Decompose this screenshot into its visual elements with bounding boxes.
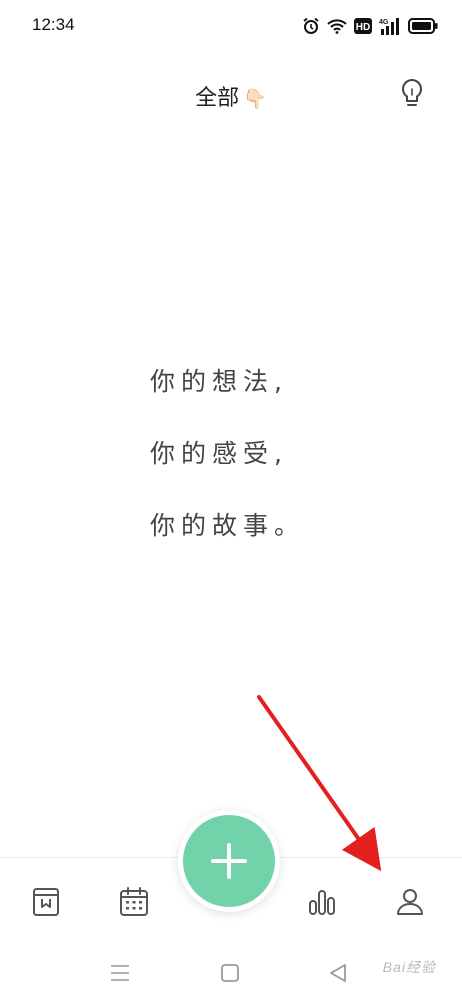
network-label: 4G bbox=[379, 19, 389, 26]
diary-book-icon bbox=[33, 888, 59, 916]
status-bar: 12:34 HD 4G bbox=[0, 0, 462, 52]
system-back-button[interactable] bbox=[326, 961, 350, 985]
pointing-down-emoji-icon: 👇🏻 bbox=[243, 88, 267, 110]
lightbulb-button[interactable] bbox=[398, 76, 426, 112]
nav-diary-button[interactable] bbox=[26, 882, 66, 922]
baidu-watermark: Bai经验 bbox=[382, 959, 436, 975]
nav-calendar-button[interactable] bbox=[114, 882, 154, 922]
system-menu-button[interactable] bbox=[108, 961, 132, 985]
red-arrow-icon bbox=[257, 695, 382, 872]
category-filter-dropdown[interactable]: 全部 👇🏻 bbox=[0, 80, 462, 112]
nav-stats-button[interactable] bbox=[302, 882, 342, 922]
nav-profile-button[interactable] bbox=[390, 882, 430, 922]
battery-icon bbox=[408, 18, 438, 34]
status-icons: HD 4G bbox=[302, 16, 438, 36]
header: 全部 👇🏻 bbox=[0, 72, 462, 118]
triangle-back-icon bbox=[330, 964, 346, 982]
lightbulb-icon bbox=[401, 78, 423, 106]
quote-line-2: 你的感受, bbox=[150, 439, 288, 468]
quote-line-3: 你的故事。 bbox=[150, 511, 306, 540]
calendar-icon bbox=[120, 887, 148, 916]
profile-icon bbox=[397, 889, 423, 915]
add-entry-button-fill bbox=[183, 815, 275, 907]
quote-line-1: 你的想法, bbox=[150, 367, 288, 396]
square-home-icon bbox=[221, 964, 239, 982]
page-title: 全部 bbox=[195, 86, 240, 111]
signal-4g-icon: 4G bbox=[379, 17, 401, 35]
hd-icon: HD bbox=[354, 18, 372, 34]
stats-chart-icon bbox=[309, 890, 335, 915]
status-time: 12:34 bbox=[32, 15, 75, 34]
wifi-icon bbox=[327, 18, 347, 34]
alarm-icon bbox=[302, 17, 320, 35]
system-home-button[interactable] bbox=[218, 961, 242, 985]
add-entry-button[interactable] bbox=[178, 810, 280, 912]
hd-label: HD bbox=[356, 22, 370, 33]
plus-icon bbox=[211, 843, 247, 879]
menu-lines-icon bbox=[111, 965, 129, 981]
